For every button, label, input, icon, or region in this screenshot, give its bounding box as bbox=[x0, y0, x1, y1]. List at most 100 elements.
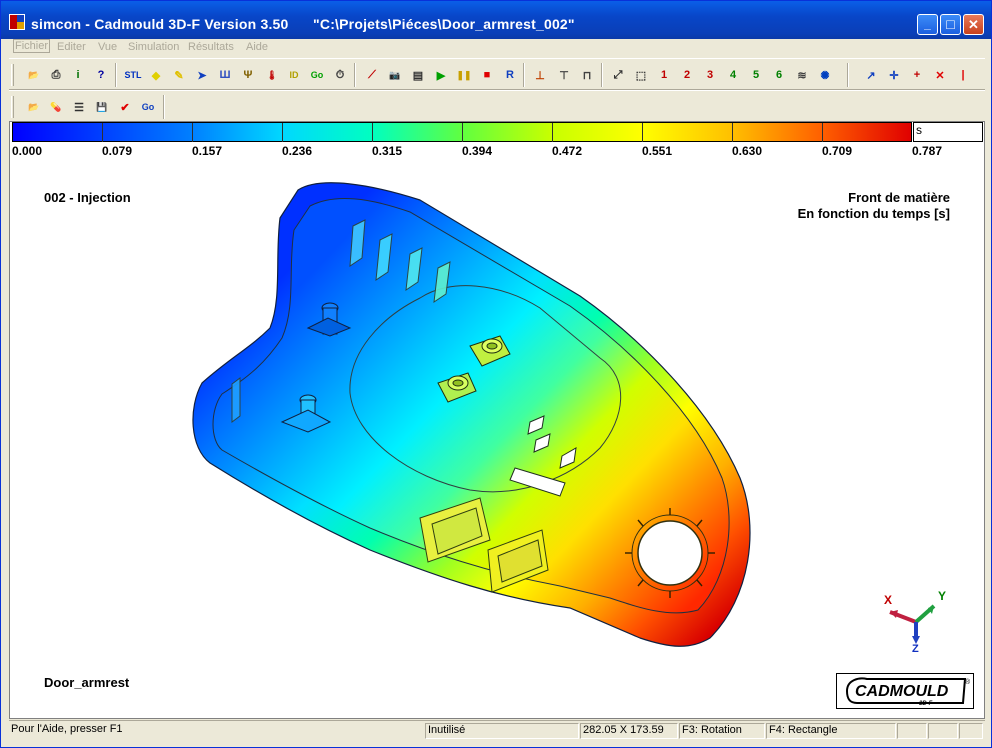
result-title: Front de matière bbox=[848, 190, 950, 205]
color-scale-tick-label: 0.157 bbox=[192, 144, 223, 158]
record-icon[interactable]: R bbox=[501, 66, 519, 84]
camera-icon[interactable]: 📷 bbox=[386, 66, 404, 84]
print-icon[interactable]: ⎙ bbox=[47, 66, 65, 84]
cooling-icon[interactable]: Ш bbox=[216, 66, 234, 84]
chart-icon[interactable]: ⟋ bbox=[363, 66, 381, 84]
open-folder-icon[interactable]: 📂 bbox=[25, 66, 43, 84]
label-icon[interactable]: ◆ bbox=[147, 66, 165, 84]
delete-icon[interactable]: ✕ bbox=[931, 66, 949, 84]
study-label: 002 - Injection bbox=[44, 190, 131, 205]
check-icon[interactable]: ✔ bbox=[116, 98, 134, 116]
list-icon[interactable]: ☰ bbox=[70, 98, 88, 116]
color-scale-tick-label: 0.394 bbox=[462, 144, 493, 158]
status-cell-empty-3 bbox=[959, 723, 983, 739]
menu-simulation[interactable]: Simulation bbox=[128, 41, 179, 53]
status-help: Pour l'Aide, presser F1 bbox=[11, 723, 123, 735]
stop-icon[interactable]: ■ bbox=[478, 66, 496, 84]
menu-aide[interactable]: Aide bbox=[246, 41, 268, 53]
axis-x-label: X bbox=[884, 593, 892, 607]
timer-icon[interactable]: ⏱ bbox=[331, 66, 349, 84]
window-title: simcon - Cadmould 3D-F Version 3.50 "C:\… bbox=[31, 16, 575, 32]
menu-bar: Fichier Editer Vue Simulation Résultats … bbox=[9, 39, 985, 57]
main-toolbar: 📂 ⎙ i? STL ◆ ✎ ➤ Ш Ψ 🌡 ID Go ⏱ ⟋ 📷 ▤ ▶ ❚❚ ■ R ⊥ ⊤ ⊓ ⤢ ⬚ 1 2 3 4 5 6 ≋ ✺ ↗… bbox=[9, 58, 985, 90]
injection-icon[interactable]: ➤ bbox=[193, 66, 211, 84]
menu-vue[interactable]: Vue bbox=[98, 41, 117, 53]
section-2-icon[interactable]: ⊤ bbox=[555, 66, 573, 84]
color-scale-divider bbox=[552, 123, 553, 142]
app-icon[interactable] bbox=[9, 14, 25, 30]
gate-icon[interactable]: Ψ bbox=[239, 66, 257, 84]
light-icon[interactable]: ✺ bbox=[816, 66, 834, 84]
color-scale-divider bbox=[822, 123, 823, 142]
cadmould-logo: CADMOULD 3D-F ® bbox=[836, 673, 974, 709]
help-icon[interactable]: ? bbox=[92, 66, 110, 84]
color-scale-bar bbox=[12, 122, 912, 142]
tube-icon[interactable]: 💊 bbox=[47, 98, 65, 116]
view-5-icon[interactable]: 5 bbox=[747, 66, 765, 84]
color-scale-divider bbox=[642, 123, 643, 142]
line-red-icon[interactable]: | bbox=[954, 66, 972, 84]
result-subtitle: En fonction du temps [s] bbox=[797, 206, 950, 221]
color-scale-divider bbox=[372, 123, 373, 142]
fit-view-icon[interactable]: ⤢ bbox=[609, 66, 627, 84]
menu-editer[interactable]: Editer bbox=[57, 41, 86, 53]
close-button[interactable]: ✕ bbox=[963, 14, 984, 35]
toolbar-separator bbox=[354, 63, 356, 87]
color-scale-tick-label: 0.079 bbox=[102, 144, 133, 158]
color-scale-tick-label: 0.315 bbox=[372, 144, 403, 158]
minimize-icon: _ bbox=[924, 17, 931, 31]
color-scale-divider bbox=[102, 123, 103, 142]
menu-resultats[interactable]: Résultats bbox=[188, 41, 234, 53]
status-cell-empty-2 bbox=[928, 723, 958, 739]
toolbar-separator bbox=[523, 63, 525, 87]
info-icon[interactable]: i bbox=[69, 66, 87, 84]
color-scale-tick-label: 0.236 bbox=[282, 144, 313, 158]
zoom-rect-icon[interactable]: ⬚ bbox=[632, 66, 650, 84]
pen-icon[interactable]: ✎ bbox=[170, 66, 188, 84]
play-icon[interactable]: ▶ bbox=[432, 66, 450, 84]
arrow-icon[interactable]: ↗ bbox=[862, 66, 880, 84]
view-4-icon[interactable]: 4 bbox=[724, 66, 742, 84]
color-scale-tick-label: 0.787 bbox=[912, 144, 943, 158]
view-6-icon[interactable]: 6 bbox=[770, 66, 788, 84]
status-dimensions: 282.05 X 173.59 bbox=[580, 723, 678, 739]
axis-move-icon[interactable]: ✛ bbox=[885, 66, 903, 84]
color-scale-unit: s bbox=[913, 122, 983, 142]
menu-fichier[interactable]: Fichier bbox=[13, 39, 51, 53]
view-1-icon[interactable]: 1 bbox=[655, 66, 673, 84]
film-icon[interactable]: ▤ bbox=[409, 66, 427, 84]
save-icon[interactable]: 💾 bbox=[93, 98, 111, 116]
toolbar-grip[interactable] bbox=[11, 96, 14, 118]
go-green-icon[interactable]: Go bbox=[308, 66, 326, 84]
title-bar[interactable]: simcon - Cadmould 3D-F Version 3.50 "C:\… bbox=[1, 1, 991, 39]
open-project-icon[interactable]: 📂 bbox=[25, 98, 43, 116]
section-1-icon[interactable]: ⊥ bbox=[531, 66, 549, 84]
section-3-icon[interactable]: ⊓ bbox=[578, 66, 596, 84]
cross-red-icon[interactable]: + bbox=[908, 66, 926, 84]
view-3-icon[interactable]: 3 bbox=[701, 66, 719, 84]
logo-registered: ® bbox=[965, 678, 971, 686]
layers-icon[interactable]: ≋ bbox=[793, 66, 811, 84]
part-model[interactable] bbox=[170, 178, 760, 653]
stl-icon[interactable]: STL bbox=[124, 66, 142, 84]
status-f4: F4: Rectangle bbox=[766, 723, 896, 739]
maximize-button[interactable]: □ bbox=[940, 14, 961, 35]
status-state: Inutilisé bbox=[425, 723, 579, 739]
3d-viewport[interactable]: s 0.000 0.079 0.157 0.236 0.315 0.394 0.472 0.5… bbox=[9, 121, 985, 719]
color-scale-divider bbox=[192, 123, 193, 142]
minimize-button[interactable]: _ bbox=[917, 14, 938, 35]
go-blue-icon[interactable]: Go bbox=[139, 98, 157, 116]
toolbar-grip[interactable] bbox=[11, 64, 14, 86]
pause-icon[interactable]: ❚❚ bbox=[455, 66, 473, 84]
axis-triad: X Y Z bbox=[884, 589, 946, 654]
view-2-icon[interactable]: 2 bbox=[678, 66, 696, 84]
toolbar-separator bbox=[115, 63, 117, 87]
color-scale-tick-label: 0.000 bbox=[12, 144, 43, 158]
color-scale-divider bbox=[732, 123, 733, 142]
thermometer-icon[interactable]: 🌡 bbox=[263, 66, 281, 84]
project-toolbar: 📂 💊 ☰ 💾 ✔ Go bbox=[9, 90, 985, 122]
color-scale-tick-label: 0.551 bbox=[642, 144, 673, 158]
toolbar-separator bbox=[163, 95, 165, 119]
id-icon[interactable]: ID bbox=[285, 66, 303, 84]
status-cell-empty-1 bbox=[897, 723, 927, 739]
